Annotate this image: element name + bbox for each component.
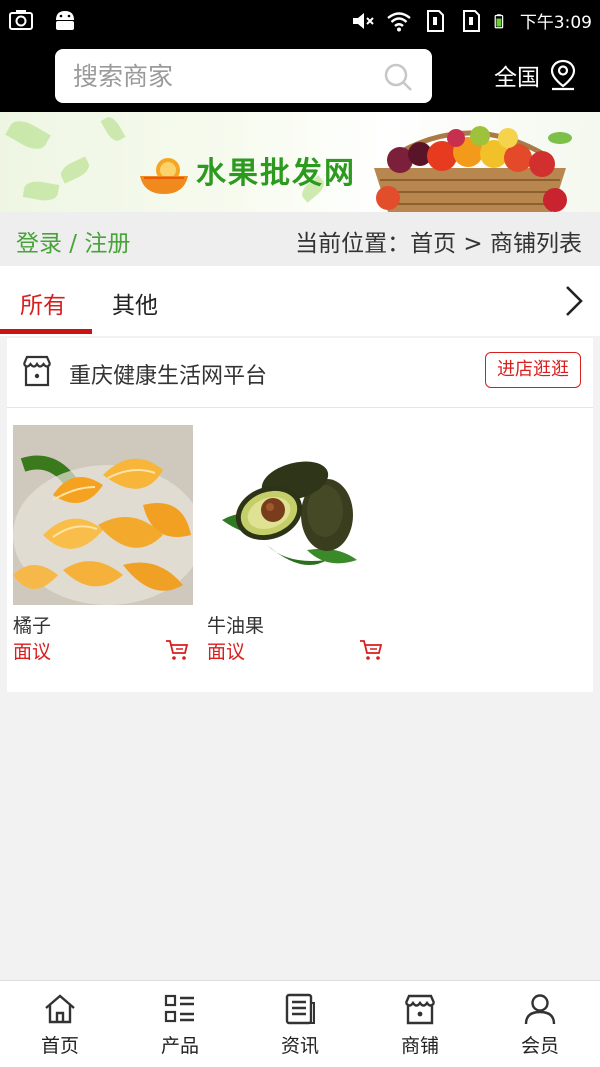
login-register-link[interactable]: 登录 / 注册 (16, 224, 130, 258)
search-box[interactable] (55, 49, 432, 103)
active-tab-indicator (0, 329, 92, 334)
nav-label: 会员 (520, 1035, 559, 1057)
leaf-decoration (58, 156, 92, 184)
home-icon (45, 994, 75, 1024)
nav-label: 首页 (40, 1035, 79, 1057)
leaf-decoration (22, 179, 60, 203)
banner[interactable]: 水果批发网 (0, 112, 600, 212)
category-tabs: 所有 其他 (0, 266, 600, 336)
search-input[interactable] (73, 59, 373, 93)
tab-other[interactable]: 其他 (112, 286, 158, 320)
leaf-decoration (100, 114, 126, 144)
cart-icon[interactable] (165, 639, 189, 661)
mute-icon (352, 12, 374, 29)
nav-label: 商铺 (400, 1035, 439, 1057)
grid-list-icon (164, 994, 194, 1023)
news-icon (285, 993, 315, 1025)
user-icon (524, 994, 556, 1025)
product-price: 面议 (207, 641, 246, 663)
search-icon[interactable] (382, 61, 414, 93)
wifi-icon (387, 11, 411, 31)
product-item[interactable]: 牛油果 面议 (207, 425, 387, 663)
fruit-basket-image (374, 126, 572, 212)
region-selector[interactable]: 全国 (494, 58, 578, 92)
product-image[interactable] (207, 425, 387, 605)
chevron-right-icon[interactable] (562, 284, 586, 318)
status-bar: 下午3:09 (0, 0, 600, 40)
nav-label: 产品 (160, 1035, 199, 1057)
nav-news[interactable]: 资讯 (240, 981, 360, 1067)
nav-home[interactable]: 首页 (0, 981, 120, 1067)
breadcrumb: 当前位置：首页 > 商铺列表 (295, 231, 582, 257)
visit-shop-button[interactable]: 进店逛逛 (485, 352, 581, 388)
shop-icon (22, 355, 52, 387)
product-price: 面议 (13, 641, 52, 663)
tab-all[interactable]: 所有 (20, 286, 66, 320)
android-icon (56, 11, 74, 30)
nav-label: 资讯 (280, 1035, 319, 1057)
shop-name: 重庆健康生活网平台 (69, 364, 268, 389)
shop-icon (404, 994, 436, 1025)
product-name[interactable]: 牛油果 (207, 611, 264, 638)
status-time: 下午3:09 (519, 13, 592, 33)
product-item[interactable]: 橘子 面议 (13, 425, 193, 663)
cart-icon[interactable] (359, 639, 383, 661)
app-header: 全国 (0, 40, 600, 112)
battery-icon (494, 13, 504, 28)
location-pin-icon (550, 59, 576, 91)
region-label: 全国 (494, 65, 540, 91)
bottom-nav: 首页 产品 资讯 商铺 会员 (0, 980, 600, 1067)
sim2-icon (462, 9, 480, 32)
nav-member[interactable]: 会员 (480, 981, 600, 1067)
nav-products[interactable]: 产品 (120, 981, 240, 1067)
shop-card-header: 重庆健康生活网平台 进店逛逛 (7, 338, 593, 408)
product-name[interactable]: 橘子 (13, 611, 51, 638)
sim1-icon (426, 9, 444, 32)
nav-shops[interactable]: 商铺 (360, 981, 480, 1067)
product-image[interactable] (13, 425, 193, 605)
banner-title: 水果批发网 (196, 156, 356, 191)
camera-icon (9, 10, 33, 30)
shop-card: 重庆健康生活网平台 进店逛逛 橘子 面议 牛油果 面议 (7, 338, 593, 692)
leaf-decoration (5, 115, 51, 155)
tangerine-image (13, 425, 193, 605)
login-breadcrumb-bar: 登录 / 注册 当前位置：首页 > 商铺列表 (0, 212, 600, 266)
fruit-bowl-logo-icon (140, 158, 188, 194)
avocado-image (222, 461, 357, 565)
